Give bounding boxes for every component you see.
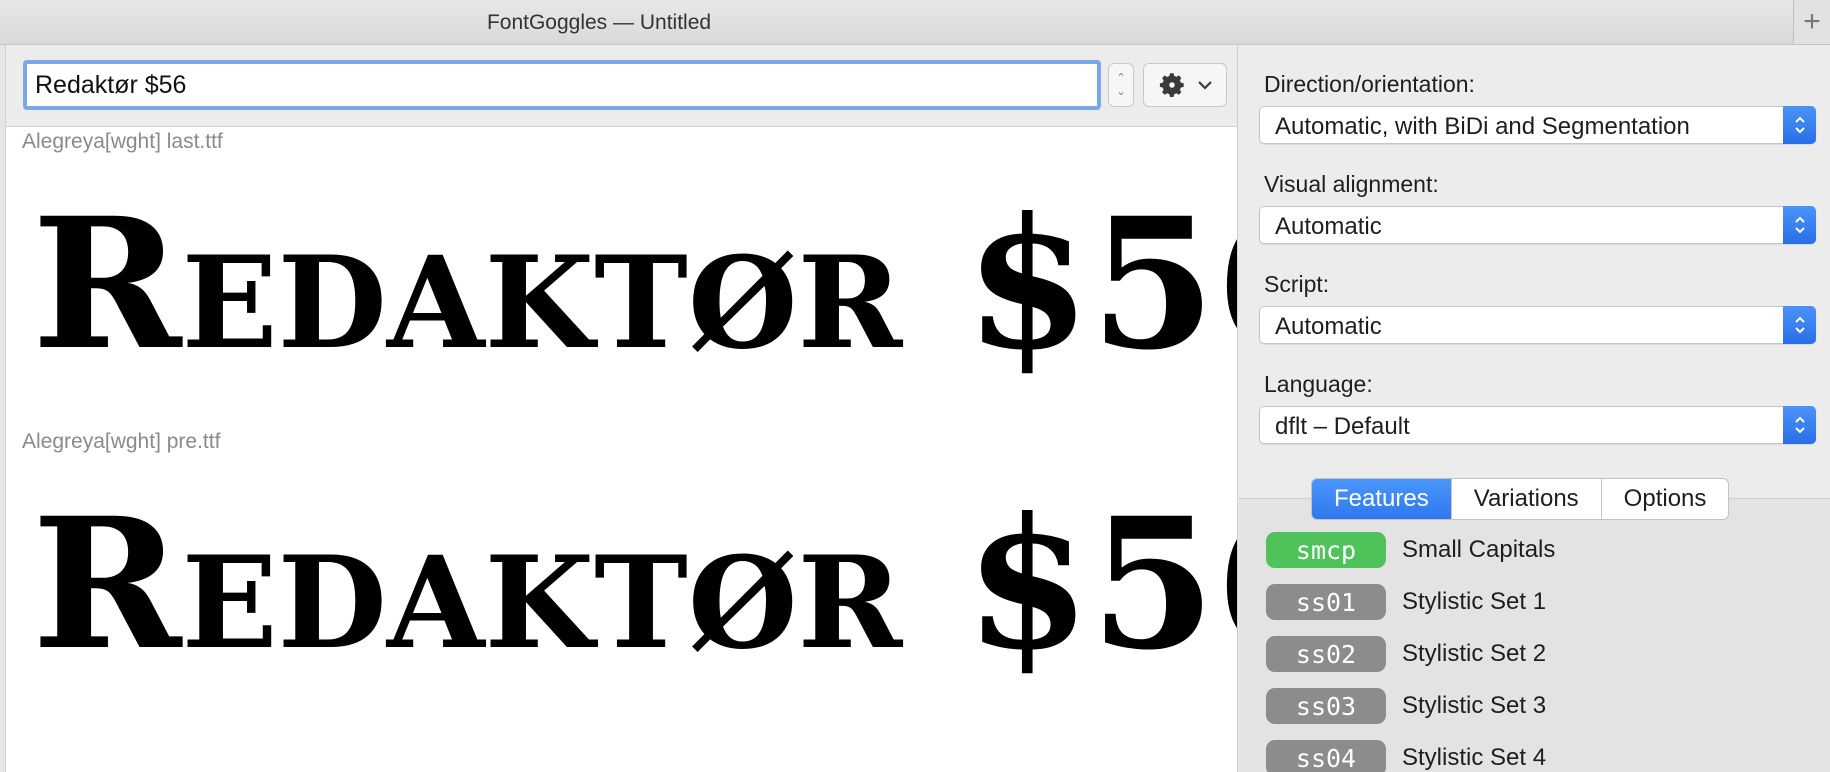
script-value: Automatic — [1275, 313, 1382, 340]
script-select[interactable]: Automatic — [1259, 306, 1816, 344]
updown-arrows-icon — [1783, 406, 1816, 444]
alignment-value: Automatic — [1275, 213, 1382, 240]
feature-tag-badge[interactable]: ss03 — [1266, 688, 1386, 724]
updown-arrows-icon — [1783, 306, 1816, 344]
settings-menu-button[interactable] — [1143, 63, 1227, 107]
updown-arrows-icon — [1783, 206, 1816, 244]
left-edge-divider — [0, 45, 6, 772]
script-label: Script: — [1264, 271, 1330, 297]
new-tab-button[interactable]: + — [1793, 0, 1830, 44]
direction-value: Automatic, with BiDi and Segmentation — [1275, 113, 1690, 140]
language-select[interactable]: dflt – Default — [1259, 406, 1816, 444]
feature-row-smcp[interactable]: smcp Small Capitals — [1266, 531, 1555, 569]
preview-toolbar: ⌃ ⌄ — [6, 45, 1237, 127]
feature-row-ss04[interactable]: ss04 Stylistic Set 4 — [1266, 739, 1546, 772]
direction-label: Direction/orientation: — [1264, 71, 1475, 97]
direction-select[interactable]: Automatic, with BiDi and Segmentation — [1259, 106, 1816, 144]
title-bar: FontGoggles — Untitled + — [0, 0, 1830, 45]
stepper-up-icon[interactable]: ⌃ — [1116, 71, 1125, 85]
settings-sidebar: Direction/orientation: Automatic, with B… — [1239, 45, 1830, 772]
feature-tag-badge[interactable]: ss02 — [1266, 636, 1386, 672]
preview-pane: ⌃ ⌄ Alegreya[wght] last.ttf Redaktør $56… — [0, 45, 1238, 772]
feature-name: Small Capitals — [1402, 536, 1556, 563]
font-file-label: Alegreya[wght] last.ttf — [22, 130, 223, 153]
font-file-label: Alegreya[wght] pre.ttf — [22, 430, 221, 453]
feature-row-ss01[interactable]: ss01 Stylistic Set 1 — [1266, 583, 1546, 621]
tab-variations[interactable]: Variations — [1450, 479, 1601, 519]
feature-name: Stylistic Set 1 — [1402, 588, 1547, 615]
stepper-down-icon[interactable]: ⌄ — [1116, 85, 1125, 99]
feature-row-ss03[interactable]: ss03 Stylistic Set 3 — [1266, 687, 1546, 725]
features-list-panel: smcp Small Capitals ss01 Stylistic Set 1… — [1239, 498, 1830, 772]
sample-text-input[interactable] — [23, 60, 1101, 110]
sidebar-tab-control: Features Variations Options — [1311, 478, 1730, 520]
feature-tag-badge[interactable]: ss04 — [1266, 740, 1386, 772]
feature-tag-badge[interactable]: smcp — [1266, 532, 1386, 568]
alignment-select[interactable]: Automatic — [1259, 206, 1816, 244]
font-sample-text[interactable]: Redaktør $56 — [32, 195, 1237, 375]
feature-name: Stylistic Set 4 — [1402, 744, 1547, 771]
font-sample-text[interactable]: Redaktør $56 — [32, 495, 1237, 675]
alignment-label: Visual alignment: — [1264, 171, 1439, 197]
tab-features[interactable]: Features — [1312, 479, 1451, 519]
gear-icon — [1159, 73, 1184, 97]
feature-name: Stylistic Set 3 — [1402, 692, 1547, 719]
text-stepper[interactable]: ⌃ ⌄ — [1108, 63, 1134, 107]
feature-name: Stylistic Set 2 — [1402, 640, 1547, 667]
language-value: dflt – Default — [1275, 413, 1410, 440]
tab-options[interactable]: Options — [1600, 479, 1729, 519]
feature-row-ss02[interactable]: ss02 Stylistic Set 2 — [1266, 635, 1546, 673]
window-title: FontGoggles — Untitled — [486, 11, 712, 34]
chevron-down-icon — [1198, 81, 1212, 90]
updown-arrows-icon — [1783, 106, 1816, 144]
feature-tag-badge[interactable]: ss01 — [1266, 584, 1386, 620]
language-label: Language: — [1264, 371, 1373, 397]
